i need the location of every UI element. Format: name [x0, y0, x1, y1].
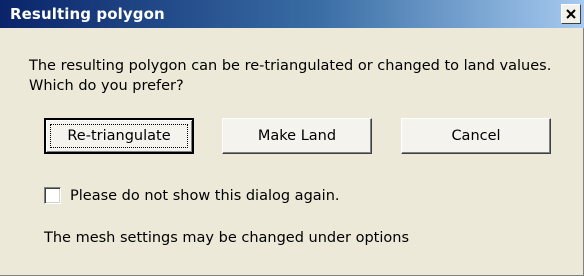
- cancel-button[interactable]: Cancel: [401, 118, 551, 154]
- make-land-button[interactable]: Make Land: [222, 118, 372, 154]
- retriangulate-button[interactable]: Re-triangulate: [44, 118, 194, 154]
- dont-show-again-checkbox[interactable]: [44, 187, 61, 204]
- message-line-2: Which do you prefer?: [29, 78, 184, 94]
- title-bar[interactable]: Resulting polygon: [0, 0, 584, 28]
- close-button[interactable]: [561, 4, 581, 24]
- make-land-button-label: Make Land: [257, 128, 337, 144]
- close-icon: [566, 9, 576, 19]
- dont-show-again-label[interactable]: Please do not show this dialog again.: [70, 186, 340, 206]
- dialog-title: Resulting polygon: [10, 5, 165, 23]
- cancel-button-label: Cancel: [451, 128, 501, 144]
- options-note: The mesh settings may be changed under o…: [44, 230, 409, 246]
- retriangulate-button-label: Re-triangulate: [67, 128, 171, 144]
- message-line-1: The resulting polygon can be re-triangul…: [29, 58, 552, 74]
- dialog-message: The resulting polygon can be re-triangul…: [29, 56, 569, 96]
- dialog-window: Resulting polygon The resulting polygon …: [0, 0, 584, 276]
